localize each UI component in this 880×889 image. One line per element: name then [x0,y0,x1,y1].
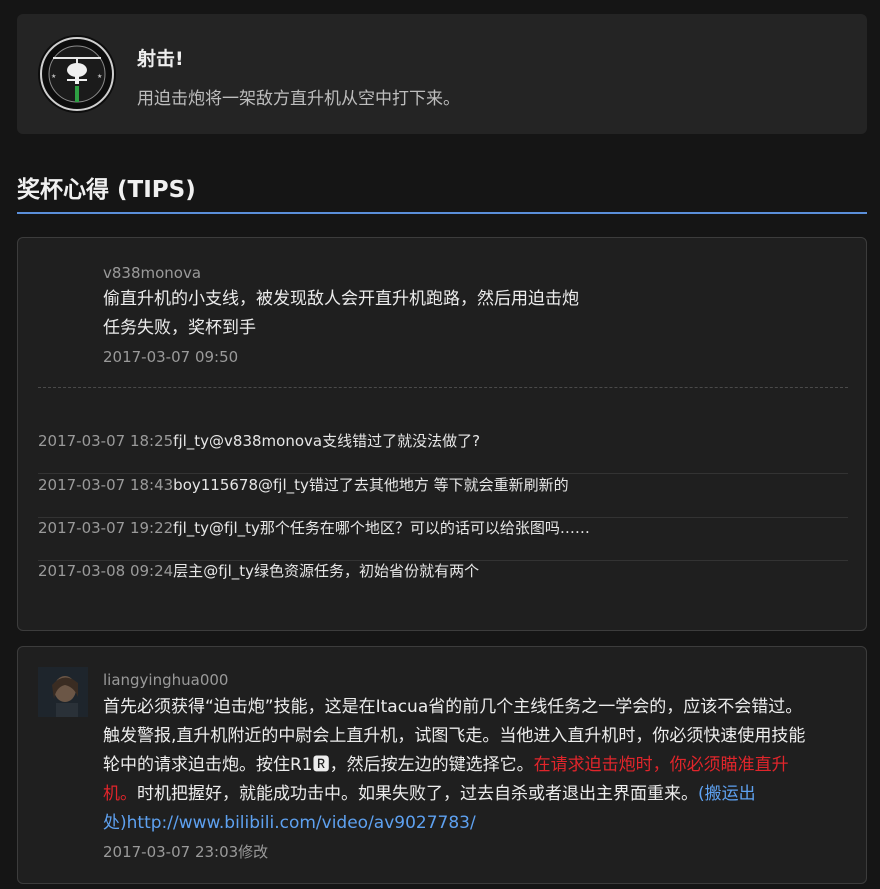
tip-text-line: 处)http://www.bilibili.com/video/av902778… [103,809,863,838]
tip-author[interactable]: v838monova [103,264,201,282]
source-link[interactable]: 处) [103,813,127,833]
reply-text: @fjl_ty错过了去其他地方 等下就会重新刷新的 [258,476,569,494]
reply-text: @v838monova支线错过了就没法做了? [209,432,481,450]
tip-card: liangyinghua000 首先必须获得“迫击炮”技能，这是在Itacua省… [17,646,867,884]
helicopter-trophy-icon: ★ ★ [37,34,117,114]
tip-author[interactable]: liangyinghua000 [103,671,228,689]
tip-card: v838monova 偷直升机的小支线，被发现敌人会开直升机跑路，然后用迫击炮 … [17,237,867,631]
reply-user[interactable]: 层主 [173,562,203,580]
reply-time: 2017-03-07 18:25 [38,432,174,450]
reply-text: @fjl_ty绿色资源任务，初始省份就有两个 [203,562,480,580]
replies-divider [38,387,848,388]
tip-text-line: 触发警报,直升机附近的中尉会上直升机，试图飞走。当他进入直升机时，你必须快速使用… [103,726,806,746]
reply-user[interactable]: fjl_ty [173,432,209,450]
tip-text-segment: 轮中的请求迫击炮。按住R1🆁，然后按左边的键选择它。 [103,755,534,775]
section-title: 奖杯心得 (TIPS) [17,177,196,203]
section-divider [17,212,867,214]
reply-time: 2017-03-07 18:43 [38,476,174,494]
avatar[interactable] [38,667,88,717]
trophy-description: 用迫击炮将一架敌方直升机从空中打下来。 [137,89,460,109]
highlight-text: 在请求迫击炮时，你必须瞄准直升 [533,755,789,775]
reply-user[interactable]: boy115678 [173,476,258,494]
tip-timestamp: 2017-03-07 23:03修改 [103,843,269,861]
tip-text-line: 轮中的请求迫击炮。按住R1🆁，然后按左边的键选择它。在请求迫击炮时，你必须瞄准直… [103,751,863,780]
reply-item: 2017-03-07 18:43boy115678@fjl_ty错过了去其他地方… [38,475,848,518]
reply-time: 2017-03-07 19:22 [38,519,174,537]
tip-text-line: 偷直升机的小支线，被发现敌人会开直升机跑路，然后用迫击炮 [103,289,579,309]
svg-text:★: ★ [51,73,56,80]
reply-item: 2017-03-07 18:25fjl_ty@v838monova支线错过了就没… [38,431,848,474]
trophy-card: ★ ★ 射击! 用迫击炮将一架敌方直升机从空中打下来。 [17,14,867,134]
tip-timestamp: 2017-03-07 09:50 [103,348,239,366]
tip-text-line: 机。时机把握好，就能成功击中。如果失败了，过去自杀或者退出主界面重来。(搬运出 [103,780,863,809]
reply-item: 2017-03-07 19:22fjl_ty@fjl_ty那个任务在哪个地区？可… [38,518,848,561]
source-link[interactable]: (搬运出 [698,784,756,804]
highlight-text: 机。 [103,784,137,804]
reply-text: @fjl_ty那个任务在哪个地区？可以的话可以给张图吗…… [209,519,590,537]
reply-item: 2017-03-08 09:24层主@fjl_ty绿色资源任务，初始省份就有两个 [38,561,848,604]
tip-text-line: 任务失败，奖杯到手 [103,318,256,338]
tip-text: 偷直升机的小支线，被发现敌人会开直升机跑路，然后用迫击炮 任务失败，奖杯到手 [103,285,579,343]
tip-text-line: 首先必须获得“迫击炮”技能，这是在Itacua省的前几个主线任务之一学会的，应该… [103,697,803,717]
tip-text-segment: 时机把握好，就能成功击中。如果失败了，过去自杀或者退出主界面重来。 [137,784,698,804]
reply-time: 2017-03-08 09:24 [38,562,174,580]
reply-user[interactable]: fjl_ty [173,519,209,537]
video-url-link[interactable]: http://www.bilibili.com/video/av9027783/ [127,813,476,833]
svg-text:★: ★ [97,73,102,80]
tip-text: 首先必须获得“迫击炮”技能，这是在Itacua省的前几个主线任务之一学会的，应该… [103,693,863,838]
trophy-title: 射击! [137,48,184,70]
